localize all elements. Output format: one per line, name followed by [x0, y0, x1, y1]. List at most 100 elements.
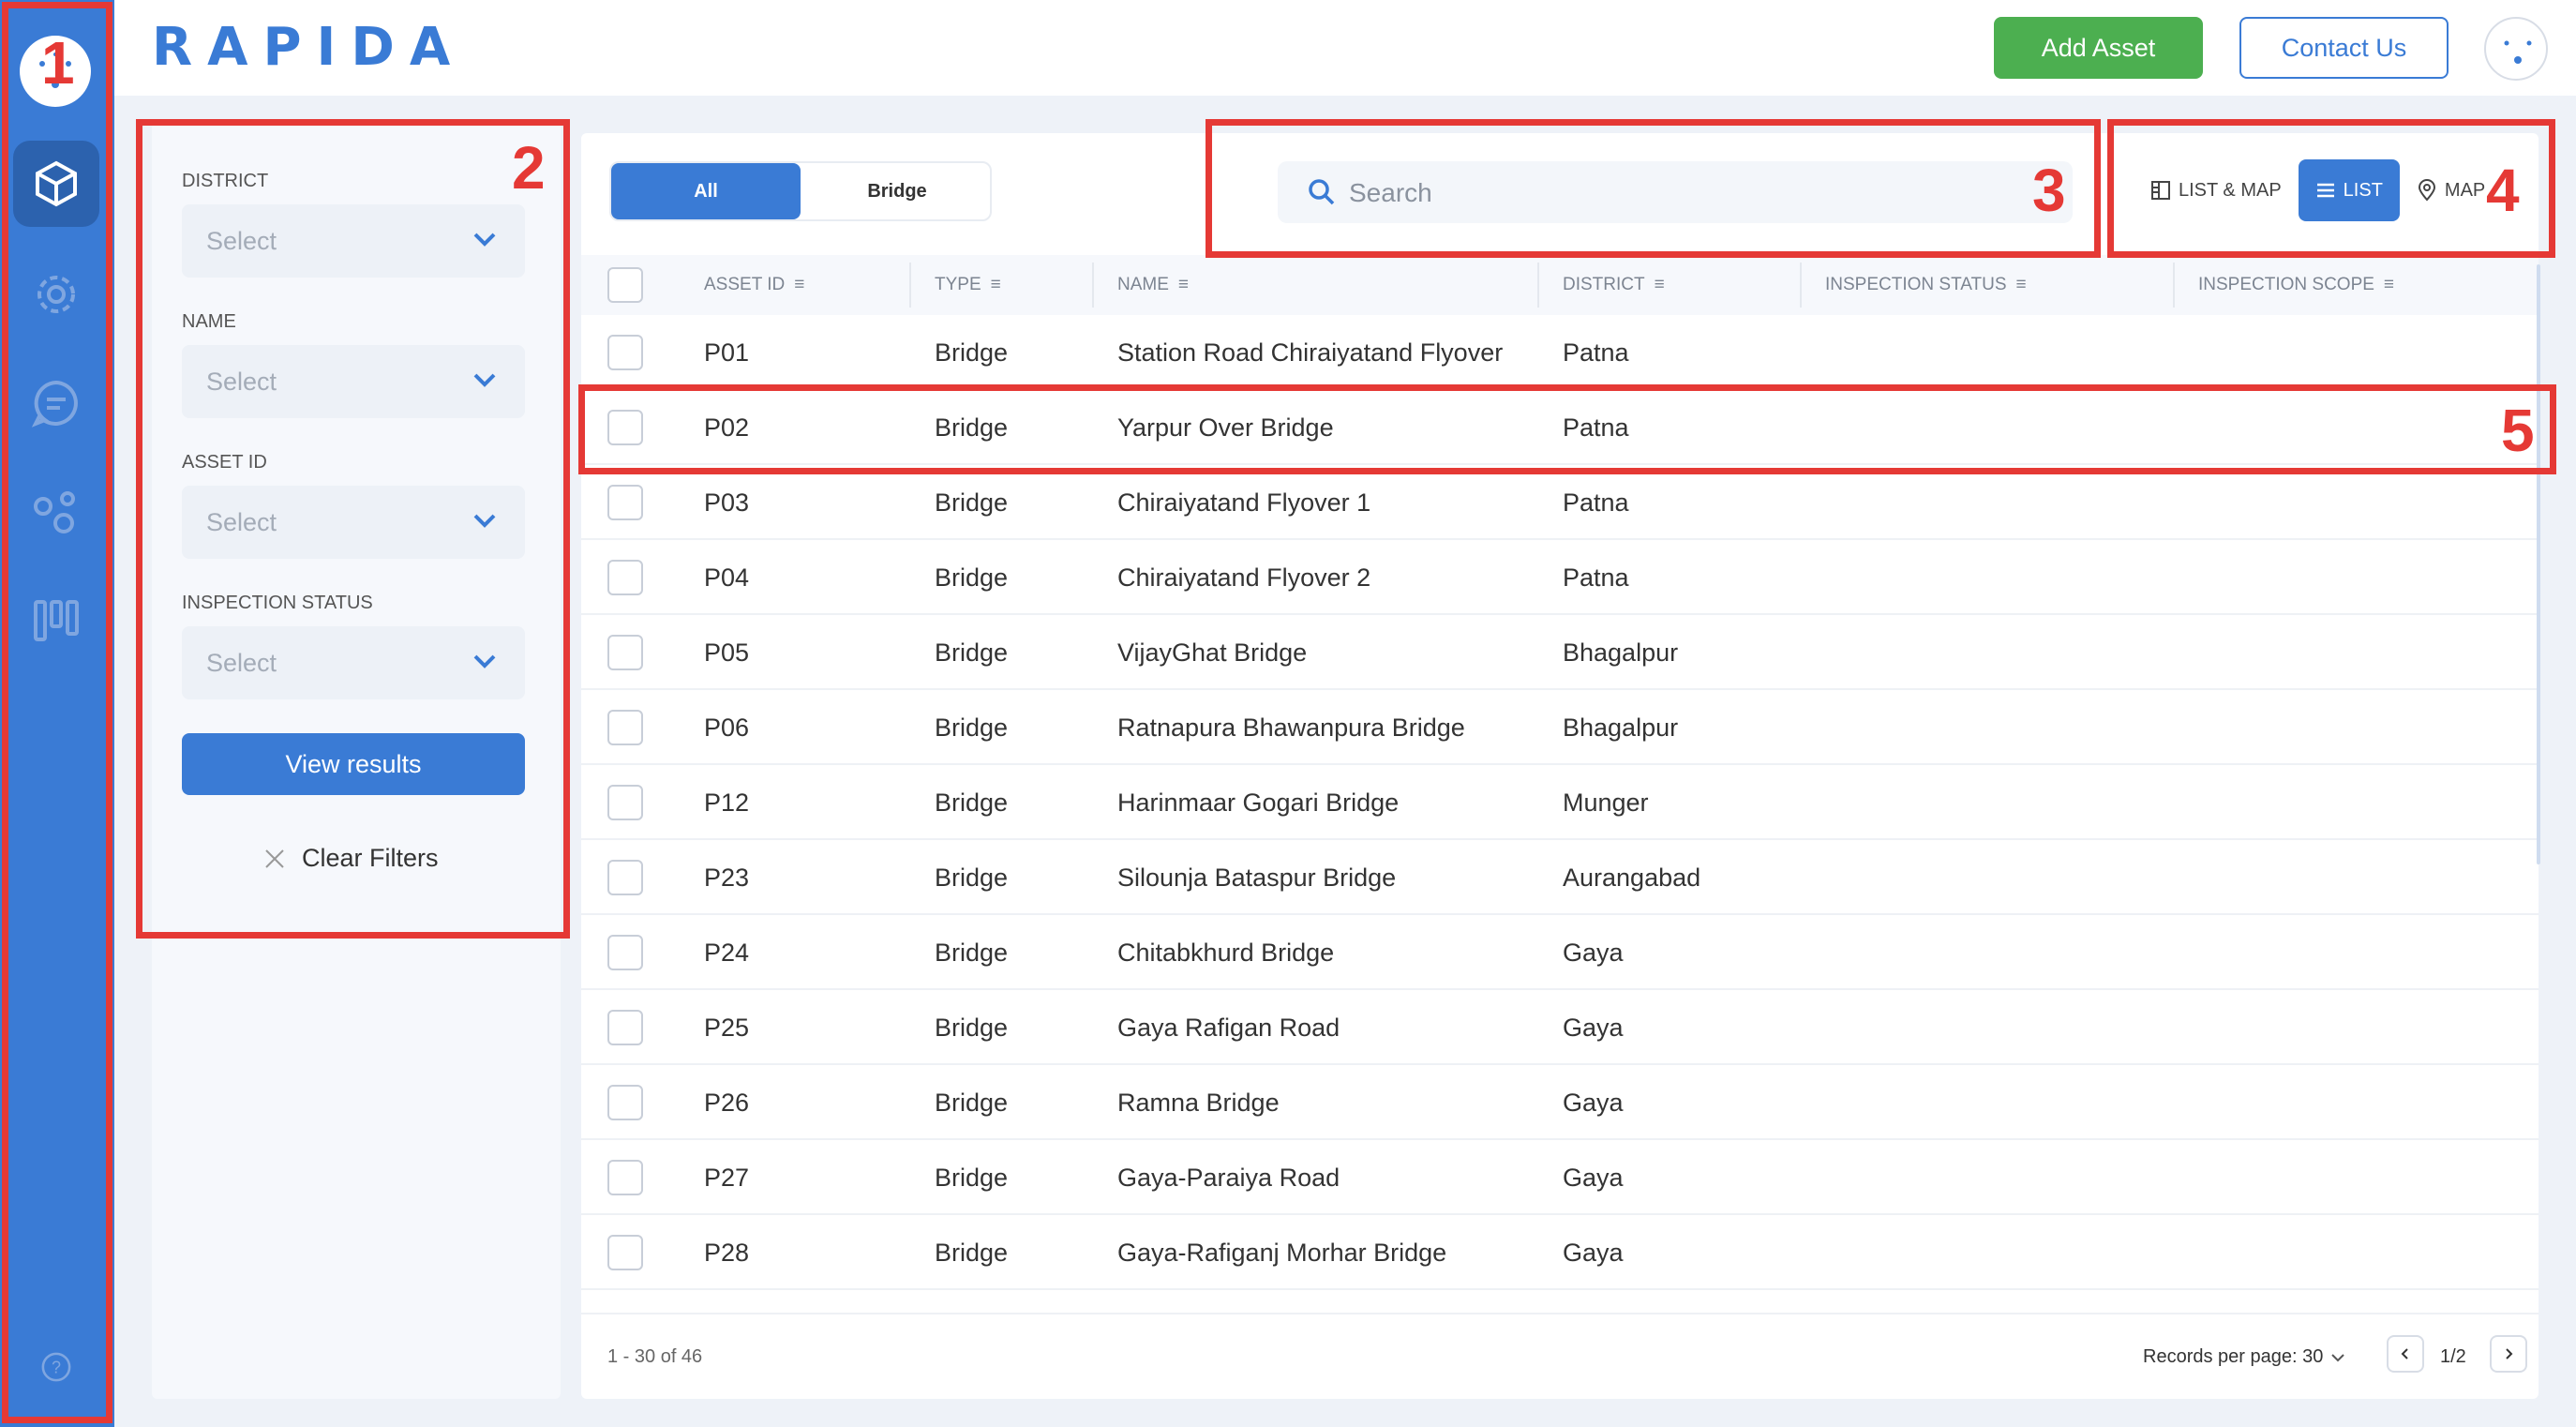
cell-name: Ramna Bridge — [1117, 1088, 1280, 1117]
sort-icon: ≡ — [2383, 275, 2395, 294]
sort-icon: ≡ — [2015, 275, 2027, 294]
cell-type: Bridge — [935, 1088, 1009, 1117]
sort-icon: ≡ — [990, 275, 1001, 294]
cell-asset-id: P03 — [704, 488, 750, 517]
table-row[interactable]: P03 Bridge Chiraiyatand Flyover 1 Patna — [581, 465, 2539, 540]
cell-district: Aurangabad — [1563, 863, 1701, 892]
column-header-type[interactable]: TYPE ≡ — [935, 255, 1001, 315]
column-header-district[interactable]: DISTRICT ≡ — [1563, 255, 1665, 315]
annotation-box-2 — [136, 119, 570, 939]
table-row[interactable]: P04 Bridge Chiraiyatand Flyover 2 Patna — [581, 540, 2539, 615]
cell-district: Bhagalpur — [1563, 638, 1679, 667]
table-row[interactable]: P24 Bridge Chitabkhurd Bridge Gaya — [581, 915, 2539, 990]
cell-asset-id: P01 — [704, 338, 750, 367]
avatar[interactable] — [2484, 17, 2548, 81]
column-header-asset-id[interactable]: ASSET ID ≡ — [704, 255, 804, 315]
chevron-left-icon — [2401, 1348, 2408, 1359]
cell-name: Silounja Bataspur Bridge — [1117, 863, 1397, 892]
cell-name: Chiraiyatand Flyover 1 — [1117, 488, 1371, 517]
table-row[interactable]: P23 Bridge Silounja Bataspur Bridge Auranga… — [581, 840, 2539, 915]
top-bar: RAPIDA Add Asset Contact Us — [114, 0, 2576, 96]
row-checkbox[interactable] — [607, 935, 643, 970]
cell-district: Patna — [1563, 338, 1629, 367]
table-row[interactable]: P25 Bridge Gaya Rafigan Road Gaya — [581, 990, 2539, 1065]
cell-name: Harinmaar Gogari Bridge — [1117, 788, 1400, 817]
table-row[interactable]: P27 Bridge Gaya-Paraiya Road Gaya — [581, 1140, 2539, 1215]
cell-name: Chiraiyatand Flyover 2 — [1117, 563, 1371, 592]
cell-name: Chitabkhurd Bridge — [1117, 938, 1335, 967]
annotation-number-2: 2 — [512, 134, 546, 202]
records-per-page-select[interactable]: Records per page: 30 — [2143, 1346, 2345, 1368]
page-indicator: 1/2 — [2440, 1346, 2466, 1367]
row-checkbox[interactable] — [607, 1235, 643, 1270]
cell-asset-id: P25 — [704, 1013, 750, 1042]
cell-type: Bridge — [935, 788, 1009, 817]
cell-district: Gaya — [1563, 938, 1624, 967]
select-all-checkbox[interactable] — [607, 267, 643, 303]
row-checkbox[interactable] — [607, 1085, 643, 1120]
annotation-box-5 — [578, 384, 2556, 474]
segment-all[interactable]: All — [611, 163, 801, 219]
column-header-inspection-status[interactable]: INSPECTION STATUS ≡ — [1825, 255, 2027, 315]
row-checkbox[interactable] — [607, 335, 643, 370]
cell-name: Gaya-Rafiganj Morhar Bridge — [1117, 1238, 1447, 1267]
column-header-name[interactable]: NAME ≡ — [1117, 255, 1189, 315]
chevron-down-icon — [2331, 1353, 2345, 1361]
cell-asset-id: P23 — [704, 863, 750, 892]
row-checkbox[interactable] — [607, 860, 643, 895]
row-checkbox[interactable] — [607, 710, 643, 745]
cell-asset-id: P05 — [704, 638, 750, 667]
cell-type: Bridge — [935, 863, 1009, 892]
row-checkbox[interactable] — [607, 1010, 643, 1045]
type-segmented-control: All Bridge — [609, 161, 992, 221]
contact-us-button[interactable]: Contact Us — [2239, 17, 2449, 79]
cell-name: Gaya Rafigan Road — [1117, 1013, 1340, 1042]
sort-icon: ≡ — [1654, 275, 1665, 294]
table-scrollbar[interactable] — [2537, 264, 2540, 864]
cell-type: Bridge — [935, 563, 1009, 592]
cell-type: Bridge — [935, 1013, 1009, 1042]
prev-page-button[interactable] — [2387, 1335, 2424, 1373]
cell-district: Gaya — [1563, 1013, 1624, 1042]
table-row[interactable]: P12 Bridge Harinmaar Gogari Bridge Munger — [581, 765, 2539, 840]
row-checkbox[interactable] — [607, 485, 643, 520]
cell-district: Munger — [1563, 788, 1649, 817]
cell-asset-id: P24 — [704, 938, 750, 967]
table-row[interactable]: P28 Bridge Gaya-Rafiganj Morhar Bridge Gaya — [581, 1215, 2539, 1290]
cell-district: Gaya — [1563, 1238, 1624, 1267]
column-header-inspection-scope[interactable]: INSPECTION SCOPE ≡ — [2198, 255, 2394, 315]
cell-name: Station Road Chiraiyatand Flyover — [1117, 338, 1504, 367]
table-header: ASSET ID ≡ TYPE ≡ NAME ≡ DISTRICT ≡ INSPECTI… — [581, 255, 2539, 315]
row-checkbox[interactable] — [607, 560, 643, 595]
annotation-number-1: 1 — [41, 29, 75, 97]
annotation-number-5: 5 — [2501, 397, 2535, 464]
cell-name: VijayGhat Bridge — [1117, 638, 1308, 667]
cell-asset-id: P26 — [704, 1088, 750, 1117]
cell-asset-id: P04 — [704, 563, 750, 592]
table-footer: 1 - 30 of 46 Records per page: 30 1/2 — [581, 1313, 2539, 1399]
row-checkbox[interactable] — [607, 635, 643, 670]
cell-district: Gaya — [1563, 1088, 1624, 1117]
cell-district: Gaya — [1563, 1163, 1624, 1192]
cell-asset-id: P27 — [704, 1163, 750, 1192]
record-count: 1 - 30 of 46 — [607, 1346, 703, 1367]
brand-logo[interactable]: RAPIDA — [152, 17, 465, 78]
table-row[interactable]: P26 Bridge Ramna Bridge Gaya — [581, 1065, 2539, 1140]
table-row[interactable]: P01 Bridge Station Road Chiraiyatand Flyov… — [581, 315, 2539, 390]
next-page-button[interactable] — [2490, 1335, 2527, 1373]
row-checkbox[interactable] — [607, 1160, 643, 1195]
annotation-box-3 — [1206, 119, 2101, 258]
cell-asset-id: P06 — [704, 713, 750, 742]
cell-asset-id: P12 — [704, 788, 750, 817]
table-row[interactable]: P06 Bridge Ratnapura Bhawanpura Bridge Bhag… — [581, 690, 2539, 765]
asset-list-panel: All Bridge Search LIST & MAP LIST MAP AS… — [581, 133, 2540, 1399]
row-checkbox[interactable] — [607, 785, 643, 820]
add-asset-button[interactable]: Add Asset — [1994, 17, 2203, 79]
cell-type: Bridge — [935, 713, 1009, 742]
table-row[interactable]: P05 Bridge VijayGhat Bridge Bhagalpur — [581, 615, 2539, 690]
segment-bridge[interactable]: Bridge — [802, 163, 992, 219]
annotation-number-4: 4 — [2486, 157, 2520, 224]
annotation-number-3: 3 — [2032, 157, 2066, 224]
cell-type: Bridge — [935, 488, 1009, 517]
annotation-box-1 — [2, 2, 112, 1423]
